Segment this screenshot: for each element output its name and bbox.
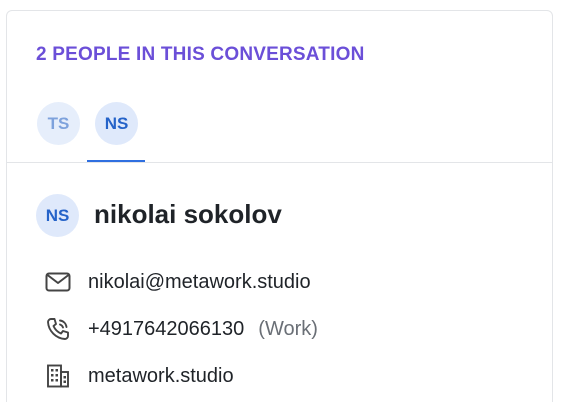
- participant-tab-ts[interactable]: TS: [29, 99, 87, 163]
- contact-email-row[interactable]: nikolai@metawork.studio: [45, 269, 311, 295]
- conversation-participants-panel: 2 PEOPLE IN THIS CONVERSATION TS NS NS n…: [6, 10, 553, 402]
- phone-icon: [45, 316, 71, 342]
- contact-company-row[interactable]: metawork.studio: [45, 363, 234, 389]
- contact-phone[interactable]: +4917642066130: [88, 318, 244, 341]
- participant-tab-ns[interactable]: NS: [87, 99, 145, 163]
- avatar: NS: [95, 102, 138, 145]
- contact-email[interactable]: nikolai@metawork.studio: [88, 271, 311, 294]
- contact-phone-row[interactable]: +4917642066130 (Work): [45, 316, 318, 342]
- phone-type-label: (Work): [258, 317, 318, 340]
- divider: [7, 162, 552, 163]
- building-icon: [45, 363, 71, 389]
- contact-company[interactable]: metawork.studio: [88, 365, 234, 388]
- participants-heading: 2 PEOPLE IN THIS CONVERSATION: [36, 44, 365, 65]
- contact-avatar: NS: [36, 194, 79, 237]
- avatar: TS: [37, 102, 80, 145]
- contact-name: nikolai sokolov: [94, 199, 282, 229]
- participant-tabs: TS NS: [7, 99, 552, 163]
- envelope-icon: [45, 269, 71, 295]
